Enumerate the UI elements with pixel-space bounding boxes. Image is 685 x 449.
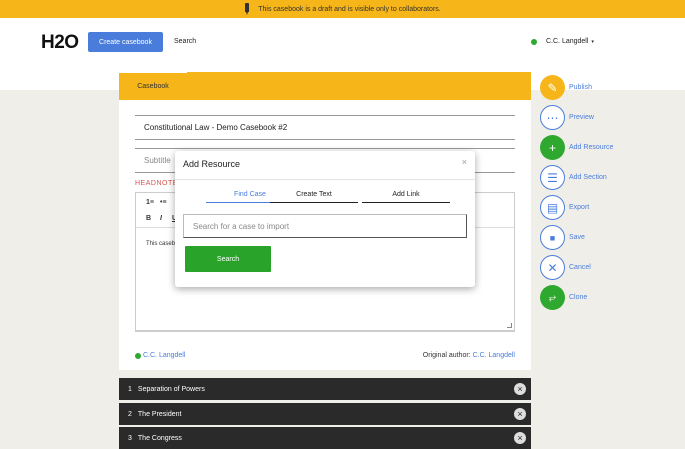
bold-icon[interactable]: B (146, 215, 151, 222)
search-button[interactable]: Search (185, 246, 271, 272)
section-icon: ☰ (540, 165, 565, 190)
ellipsis-icon: ⋯ (540, 105, 565, 130)
casebook-tab-bar: Casebook (119, 72, 531, 100)
section-title[interactable]: The Congress (138, 435, 182, 442)
online-status-icon (135, 352, 141, 359)
section-title[interactable]: The President (138, 411, 182, 418)
section-row[interactable]: 1 Separation of Powers × (119, 378, 531, 400)
italic-icon[interactable]: I (160, 215, 162, 222)
section-row[interactable]: 3 The Congress × (119, 427, 531, 449)
add-resource-modal: Add Resource × Find Case Create Text Add… (175, 151, 475, 287)
user-name: C.C. Langdell (546, 38, 589, 45)
user-menu[interactable]: C.C. Langdell ▾ (531, 38, 594, 45)
online-status-icon (531, 38, 537, 45)
document-icon: ▤ (540, 195, 565, 220)
modal-divider (175, 179, 475, 180)
original-author-label: Original author: (422, 352, 471, 359)
collaborator-name: C.C. Langdell (143, 352, 186, 359)
preview-button[interactable]: ⋯ Preview (540, 105, 650, 130)
close-icon[interactable]: × (462, 157, 467, 167)
original-author: Original author: C.C. Langdell (423, 352, 515, 359)
resize-handle-icon[interactable] (507, 323, 512, 328)
section-number: 3 (128, 434, 132, 442)
clone-button[interactable]: ⥂ Clone (540, 285, 650, 310)
floppy-disk-icon: ■ (540, 225, 565, 250)
ordered-list-icon[interactable]: 1≡ (146, 199, 154, 206)
pencil-icon (244, 3, 250, 15)
close-icon: ✕ (540, 255, 565, 280)
original-author-link[interactable]: C.C. Langdell (473, 352, 515, 359)
section-number: 1 (128, 385, 132, 393)
nav-search-link[interactable]: Search (174, 38, 196, 45)
chevron-down-icon: ▾ (591, 38, 594, 45)
modal-title: Add Resource (183, 159, 241, 169)
draft-banner: This casebook is a draft and is visible … (0, 0, 685, 18)
add-resource-button[interactable]: + Add Resource (540, 135, 650, 160)
quill-icon: ✎ (540, 75, 565, 100)
headnote-label: HEADNOTE (135, 180, 178, 187)
bullet-list-icon[interactable]: •≡ (160, 199, 167, 206)
clone-icon: ⥂ (540, 285, 565, 310)
section-number: 2 (128, 410, 132, 418)
add-section-button[interactable]: ☰ Add Section (540, 165, 650, 190)
tab-add-link[interactable]: Add Link (362, 191, 450, 203)
export-button[interactable]: ▤ Export (540, 195, 650, 220)
remove-icon[interactable]: × (514, 408, 526, 420)
plus-icon: + (540, 135, 565, 160)
tab-create-text[interactable]: Create Text (270, 191, 358, 203)
casebook-title-input[interactable]: Constitutional Law - Demo Casebook #2 (135, 115, 515, 140)
remove-icon[interactable]: × (514, 432, 526, 444)
save-button[interactable]: ■ Save (540, 225, 650, 250)
draft-banner-text: This casebook is a draft and is visible … (258, 5, 441, 13)
tab-casebook[interactable]: Casebook (119, 72, 187, 100)
remove-icon[interactable]: × (514, 383, 526, 395)
collaborator-link[interactable]: C.C. Langdell (135, 352, 185, 359)
case-search-input[interactable]: Search for a case to import (183, 214, 467, 238)
cancel-button[interactable]: ✕ Cancel (540, 255, 650, 280)
h2o-logo[interactable]: H2O (41, 32, 79, 54)
create-casebook-button[interactable]: Create casebook (88, 32, 163, 52)
section-row[interactable]: 2 The President × (119, 403, 531, 425)
publish-button[interactable]: ✎ Publish (540, 75, 650, 100)
section-title[interactable]: Separation of Powers (138, 386, 205, 393)
